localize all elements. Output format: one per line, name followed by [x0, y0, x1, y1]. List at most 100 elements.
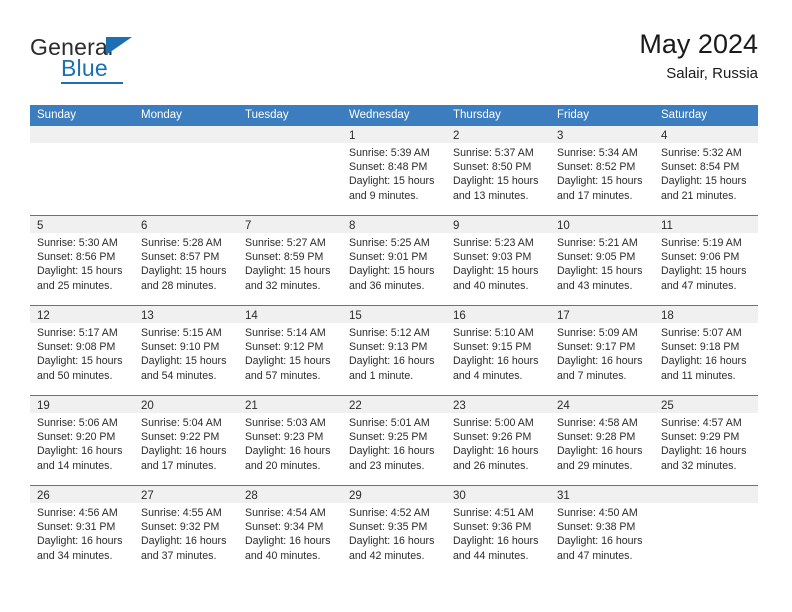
sunset-text: Sunset: 9:32 PM [141, 521, 220, 534]
sunset-text: Sunset: 9:12 PM [245, 341, 324, 354]
sunset-text: Sunset: 9:17 PM [557, 341, 636, 354]
sunset-text: Sunset: 8:54 PM [661, 161, 740, 174]
weekday-header-wednesday: Wednesday [349, 109, 410, 121]
day-cell-13[interactable]: 13 Sunrise: 5:15 AM Sunset: 9:10 PM Dayligh… [134, 306, 238, 395]
day-cell-25[interactable]: 25 Sunrise: 4:57 AM Sunset: 9:29 PM Dayligh… [654, 396, 758, 485]
day-number-band: 30 [446, 486, 550, 503]
calendar-week-row: 12 Sunrise: 5:17 AM Sunset: 9:08 PM Dayligh… [30, 305, 758, 395]
day-cell-5[interactable]: 5 Sunrise: 5:30 AM Sunset: 8:56 PM Daylight… [30, 216, 134, 305]
day-number-band: 17 [550, 306, 654, 323]
daylight-text: Daylight: 15 hours and 36 minutes. [349, 265, 435, 292]
daylight-text: Daylight: 15 hours and 9 minutes. [349, 175, 435, 202]
day-cell-17[interactable]: 17 Sunrise: 5:09 AM Sunset: 9:17 PM Dayligh… [550, 306, 654, 395]
sunrise-text: Sunrise: 5:10 AM [453, 327, 534, 339]
day-number: 30 [453, 490, 466, 502]
day-number-band: 20 [134, 396, 238, 413]
day-detail-block: Sunrise: 4:55 AM Sunset: 9:32 PM Daylight:… [134, 503, 238, 563]
day-cell-23[interactable]: 23 Sunrise: 5:00 AM Sunset: 9:26 PM Dayligh… [446, 396, 550, 485]
day-detail-block: Sunrise: 5:01 AM Sunset: 9:25 PM Daylight:… [342, 413, 446, 473]
sunrise-text: Sunrise: 5:28 AM [141, 237, 222, 249]
calendar-body: 1 Sunrise: 5:39 AM Sunset: 8:48 PM Daylight… [30, 126, 758, 575]
day-cell-7[interactable]: 7 Sunrise: 5:27 AM Sunset: 8:59 PM Daylight… [238, 216, 342, 305]
day-cell-22[interactable]: 22 Sunrise: 5:01 AM Sunset: 9:25 PM Dayligh… [342, 396, 446, 485]
sunrise-text: Sunrise: 4:54 AM [245, 507, 326, 519]
sunrise-text: Sunrise: 5:06 AM [37, 417, 118, 429]
day-cell-16[interactable]: 16 Sunrise: 5:10 AM Sunset: 9:15 PM Dayligh… [446, 306, 550, 395]
day-detail-block [134, 143, 238, 146]
day-number: 25 [661, 400, 674, 412]
day-number: 29 [349, 490, 362, 502]
day-cell-empty [134, 126, 238, 215]
day-cell-14[interactable]: 14 Sunrise: 5:14 AM Sunset: 9:12 PM Dayligh… [238, 306, 342, 395]
sunrise-text: Sunrise: 5:17 AM [37, 327, 118, 339]
daylight-text: Daylight: 15 hours and 25 minutes. [37, 265, 123, 292]
sunrise-text: Sunrise: 5:07 AM [661, 327, 742, 339]
sunset-text: Sunset: 9:35 PM [349, 521, 428, 534]
day-detail-block: Sunrise: 5:03 AM Sunset: 9:23 PM Daylight:… [238, 413, 342, 473]
day-cell-11[interactable]: 11 Sunrise: 5:19 AM Sunset: 9:06 PM Dayligh… [654, 216, 758, 305]
day-cell-28[interactable]: 28 Sunrise: 4:54 AM Sunset: 9:34 PM Dayligh… [238, 486, 342, 575]
day-number-band: 11 [654, 216, 758, 233]
day-cell-15[interactable]: 15 Sunrise: 5:12 AM Sunset: 9:13 PM Dayligh… [342, 306, 446, 395]
daylight-text: Daylight: 16 hours and 20 minutes. [245, 445, 331, 472]
daylight-text: Daylight: 15 hours and 21 minutes. [661, 175, 747, 202]
day-cell-30[interactable]: 30 Sunrise: 4:51 AM Sunset: 9:36 PM Dayligh… [446, 486, 550, 575]
day-cell-21[interactable]: 21 Sunrise: 5:03 AM Sunset: 9:23 PM Dayligh… [238, 396, 342, 485]
sunrise-text: Sunrise: 4:52 AM [349, 507, 430, 519]
day-cell-26[interactable]: 26 Sunrise: 4:56 AM Sunset: 9:31 PM Dayligh… [30, 486, 134, 575]
day-detail-block: Sunrise: 5:32 AM Sunset: 8:54 PM Daylight:… [654, 143, 758, 203]
day-number-band: 6 [134, 216, 238, 233]
day-cell-18[interactable]: 18 Sunrise: 5:07 AM Sunset: 9:18 PM Dayligh… [654, 306, 758, 395]
day-number-band: 21 [238, 396, 342, 413]
day-number-band: 25 [654, 396, 758, 413]
day-detail-block: Sunrise: 4:52 AM Sunset: 9:35 PM Daylight:… [342, 503, 446, 563]
day-number: 16 [453, 310, 466, 322]
calendar-week-row: 26 Sunrise: 4:56 AM Sunset: 9:31 PM Dayligh… [30, 485, 758, 575]
sunset-text: Sunset: 9:08 PM [37, 341, 116, 354]
day-cell-24[interactable]: 24 Sunrise: 4:58 AM Sunset: 9:28 PM Dayligh… [550, 396, 654, 485]
day-detail-block [30, 143, 134, 146]
day-number: 9 [453, 220, 460, 232]
sunset-text: Sunset: 8:50 PM [453, 161, 532, 174]
day-cell-10[interactable]: 10 Sunrise: 5:21 AM Sunset: 9:05 PM Dayligh… [550, 216, 654, 305]
daylight-text: Daylight: 15 hours and 28 minutes. [141, 265, 227, 292]
sunrise-text: Sunrise: 5:19 AM [661, 237, 742, 249]
daylight-text: Daylight: 16 hours and 42 minutes. [349, 535, 435, 562]
daylight-text: Daylight: 15 hours and 32 minutes. [245, 265, 331, 292]
day-detail-block: Sunrise: 5:17 AM Sunset: 9:08 PM Daylight:… [30, 323, 134, 383]
daylight-text: Daylight: 16 hours and 11 minutes. [661, 355, 747, 382]
day-cell-19[interactable]: 19 Sunrise: 5:06 AM Sunset: 9:20 PM Dayligh… [30, 396, 134, 485]
day-number-band [238, 126, 342, 143]
day-cell-8[interactable]: 8 Sunrise: 5:25 AM Sunset: 9:01 PM Daylight… [342, 216, 446, 305]
day-detail-block: Sunrise: 5:14 AM Sunset: 9:12 PM Daylight:… [238, 323, 342, 383]
day-cell-empty [238, 126, 342, 215]
day-cell-4[interactable]: 4 Sunrise: 5:32 AM Sunset: 8:54 PM Daylight… [654, 126, 758, 215]
general-blue-logo[interactable]: General Blue [30, 34, 220, 88]
day-cell-12[interactable]: 12 Sunrise: 5:17 AM Sunset: 9:08 PM Dayligh… [30, 306, 134, 395]
day-cell-27[interactable]: 27 Sunrise: 4:55 AM Sunset: 9:32 PM Dayligh… [134, 486, 238, 575]
sunset-text: Sunset: 9:15 PM [453, 341, 532, 354]
day-number-band: 1 [342, 126, 446, 143]
day-cell-6[interactable]: 6 Sunrise: 5:28 AM Sunset: 8:57 PM Daylight… [134, 216, 238, 305]
day-number: 12 [37, 310, 50, 322]
day-cell-31[interactable]: 31 Sunrise: 4:50 AM Sunset: 9:38 PM Dayligh… [550, 486, 654, 575]
sunrise-text: Sunrise: 4:56 AM [37, 507, 118, 519]
sunrise-text: Sunrise: 5:37 AM [453, 147, 534, 159]
day-number: 23 [453, 400, 466, 412]
sunrise-text: Sunrise: 5:27 AM [245, 237, 326, 249]
day-cell-29[interactable]: 29 Sunrise: 4:52 AM Sunset: 9:35 PM Dayligh… [342, 486, 446, 575]
day-number: 10 [557, 220, 570, 232]
day-cell-3[interactable]: 3 Sunrise: 5:34 AM Sunset: 8:52 PM Daylight… [550, 126, 654, 215]
sunset-text: Sunset: 9:13 PM [349, 341, 428, 354]
weekday-header-row: Sunday Monday Tuesday Wednesday Thursday Frid… [30, 105, 758, 126]
day-cell-1[interactable]: 1 Sunrise: 5:39 AM Sunset: 8:48 PM Daylight… [342, 126, 446, 215]
day-detail-block: Sunrise: 5:15 AM Sunset: 9:10 PM Daylight:… [134, 323, 238, 383]
sunrise-text: Sunrise: 5:03 AM [245, 417, 326, 429]
sunset-text: Sunset: 8:48 PM [349, 161, 428, 174]
day-detail-block: Sunrise: 5:34 AM Sunset: 8:52 PM Daylight:… [550, 143, 654, 203]
day-cell-20[interactable]: 20 Sunrise: 5:04 AM Sunset: 9:22 PM Dayligh… [134, 396, 238, 485]
day-cell-9[interactable]: 9 Sunrise: 5:23 AM Sunset: 9:03 PM Daylight… [446, 216, 550, 305]
daylight-text: Daylight: 15 hours and 47 minutes. [661, 265, 747, 292]
day-cell-2[interactable]: 2 Sunrise: 5:37 AM Sunset: 8:50 PM Daylight… [446, 126, 550, 215]
day-number: 1 [349, 130, 356, 142]
